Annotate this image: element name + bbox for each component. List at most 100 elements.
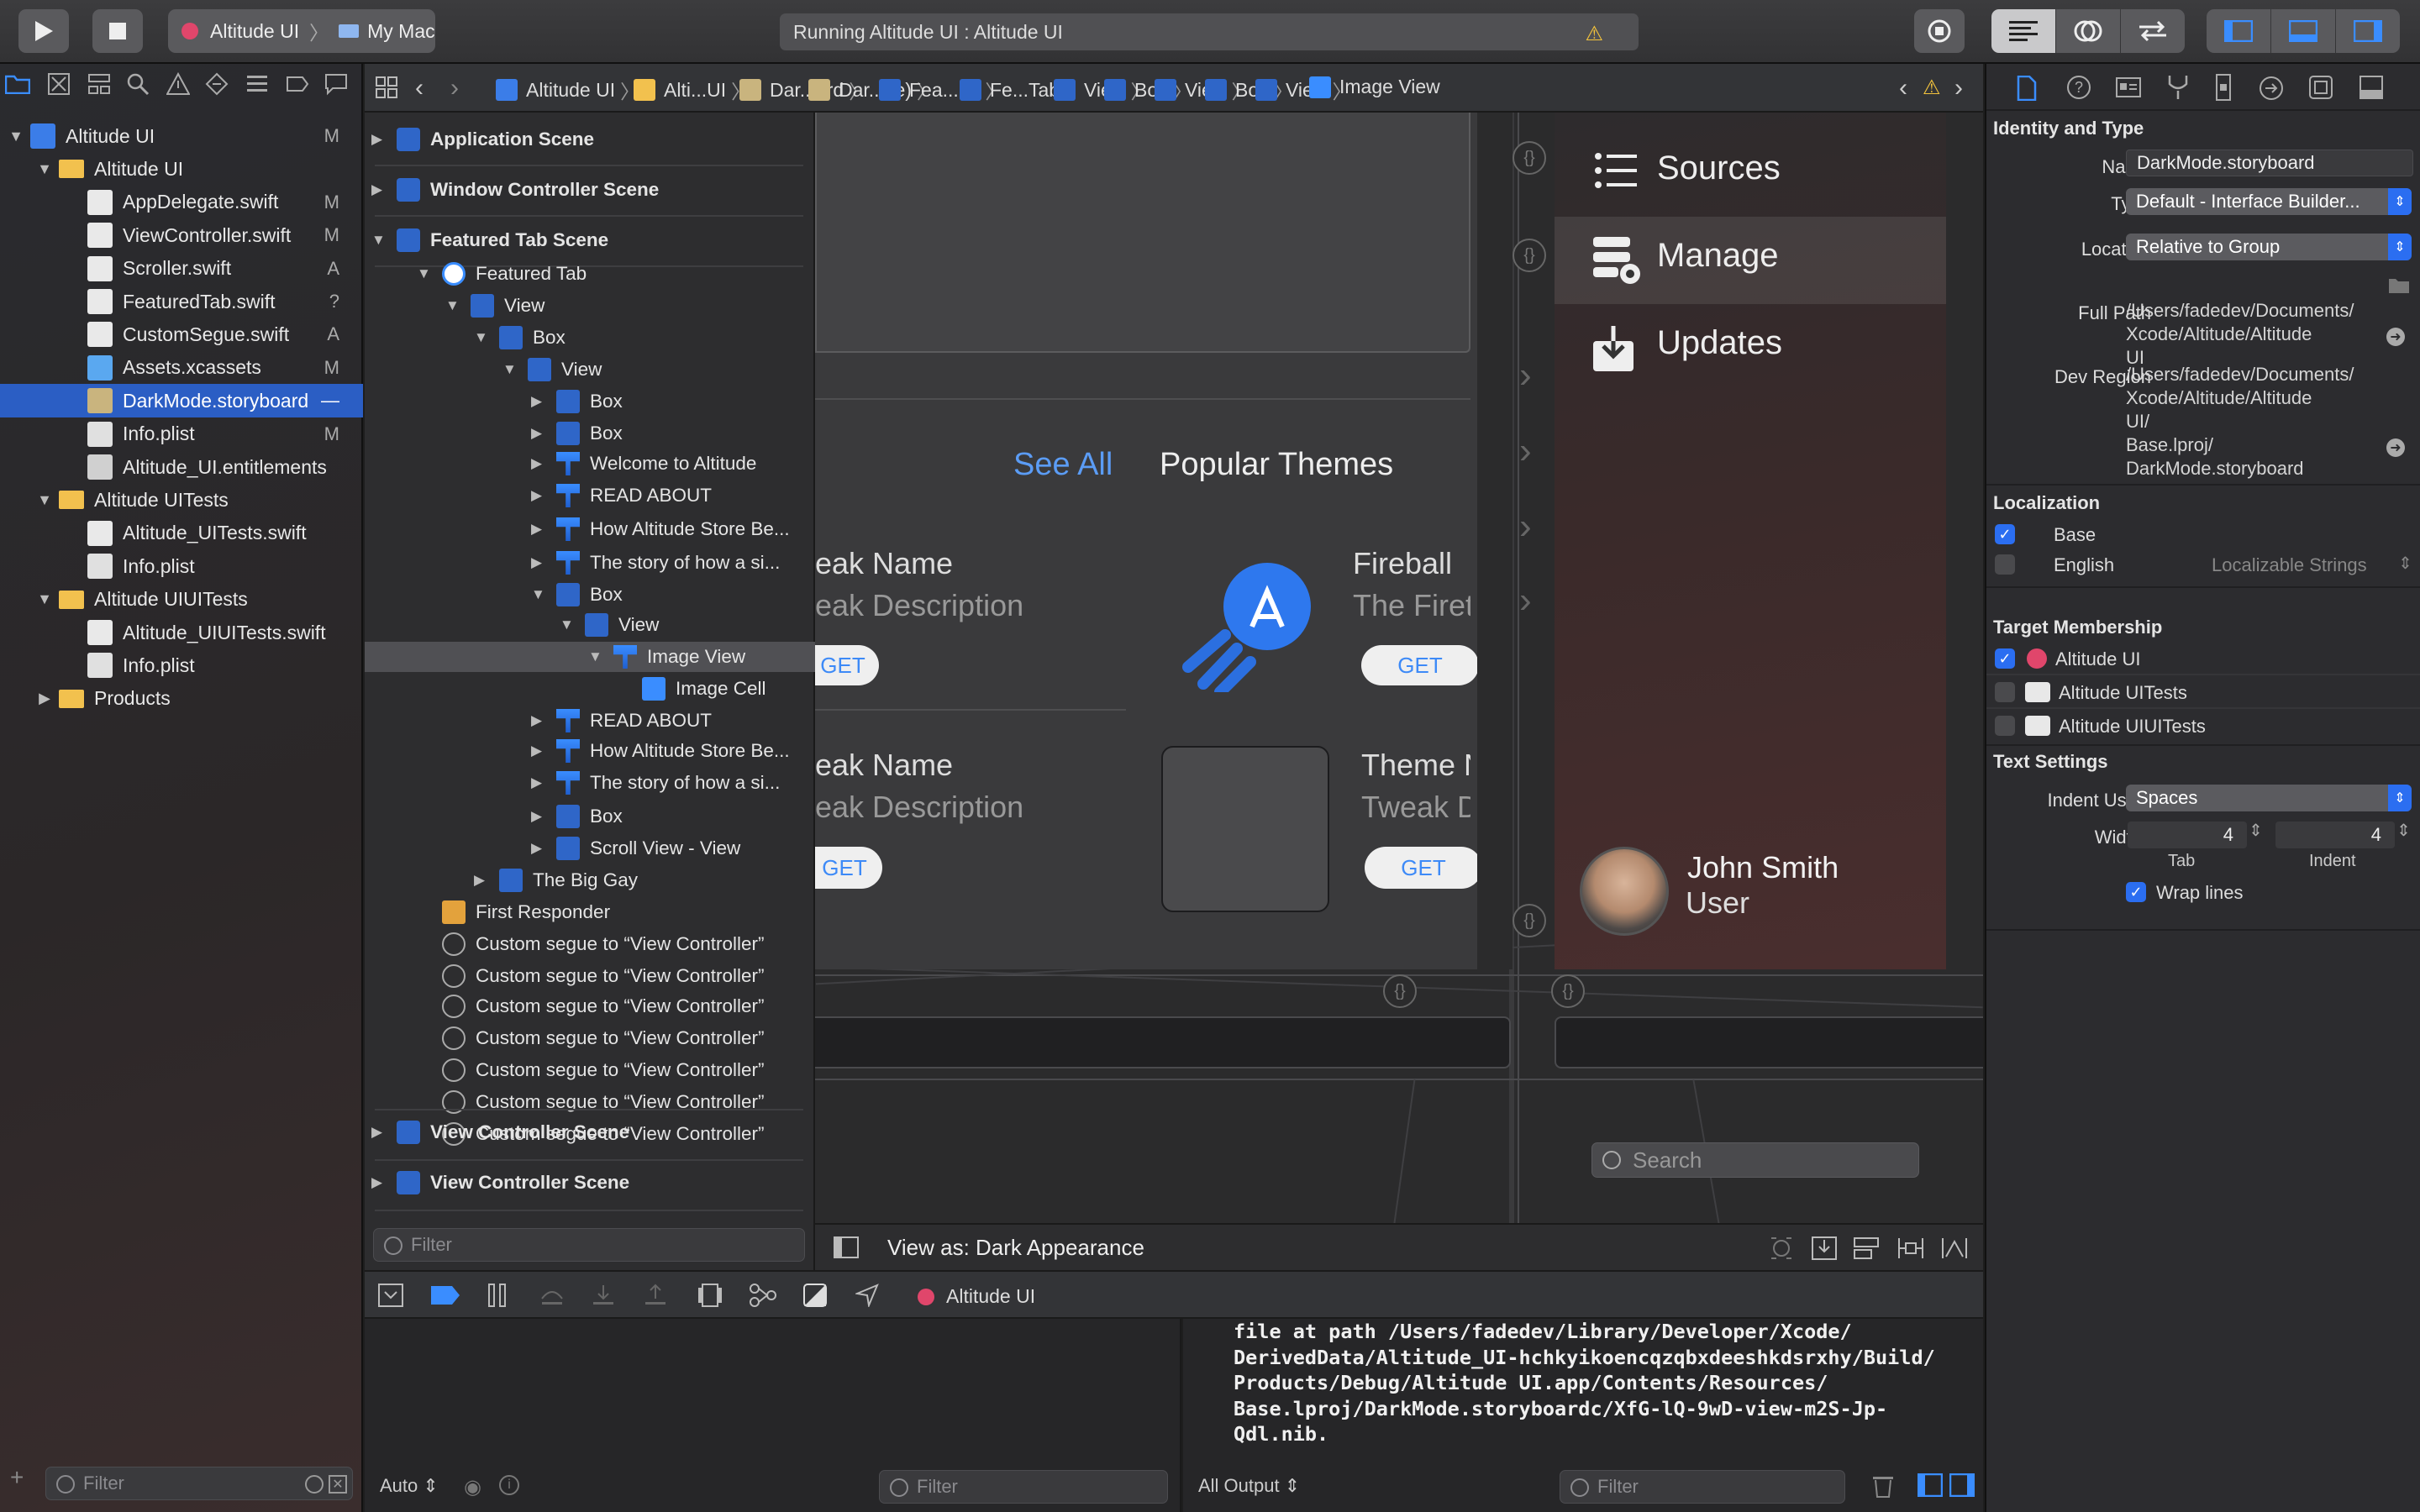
step-into-icon[interactable]	[592, 1284, 615, 1307]
pause-icon[interactable]	[487, 1284, 508, 1307]
disclosure-icon[interactable]: ▶	[531, 712, 548, 729]
file-tree-row[interactable]: Altitude_UI.entitlements	[0, 450, 363, 484]
header-box[interactable]	[815, 113, 1470, 353]
disclosure-icon[interactable]: ▶	[371, 131, 388, 148]
file-tree-row[interactable]: ▶ Products	[0, 682, 363, 716]
featured-tab-view[interactable]: See All Popular Themes eak Name eak Desc…	[815, 113, 1512, 969]
clear-filter-icon[interactable]: ✕	[329, 1475, 347, 1494]
disclosure-icon[interactable]: ▶	[531, 393, 548, 410]
english-checkbox[interactable]	[1995, 554, 2015, 575]
file-tree-row[interactable]: Altitude_UITests.swift	[0, 517, 363, 550]
outline-scene[interactable]: ▼ Featured Tab Scene	[371, 225, 608, 255]
hide-debug-area-icon[interactable]	[378, 1284, 403, 1307]
disclosure-icon[interactable]: ▶	[531, 425, 548, 442]
file-tree-row[interactable]: Altitude_UIUITests.swift	[0, 616, 363, 649]
breakpoints-toggle-icon[interactable]	[430, 1285, 460, 1305]
disclosure-icon[interactable]: ▶	[531, 521, 548, 538]
test-icon[interactable]	[205, 72, 235, 102]
split-left-icon[interactable]	[1918, 1473, 1943, 1497]
symbol-icon[interactable]	[87, 72, 118, 102]
warning-icon[interactable]: ⚠	[1923, 76, 1941, 100]
clock-icon[interactable]	[305, 1475, 324, 1494]
file-tree-row[interactable]: Info.plist	[0, 549, 363, 583]
disclosure-icon[interactable]: ▶	[531, 808, 548, 825]
find-icon[interactable]	[126, 72, 156, 102]
size-icon[interactable]	[2215, 74, 2232, 101]
outline-row[interactable]: ▶ The story of how a si...	[531, 548, 780, 578]
scheme-selector[interactable]: Altitude UI 〉 My Mac	[168, 9, 435, 53]
disclosure-icon[interactable]: ▼	[531, 586, 548, 603]
disclosure-icon[interactable]: ▶	[371, 1174, 388, 1191]
file-tree-row[interactable]: ▼ Altitude UITests	[0, 483, 363, 517]
disclosure-icon[interactable]: ▼	[35, 160, 54, 178]
disclosure-icon[interactable]: ▼	[35, 491, 54, 509]
source-control-icon[interactable]	[47, 72, 77, 102]
english-type[interactable]: Localizable Strings	[2212, 554, 2367, 576]
outline-filter[interactable]: Filter	[373, 1228, 805, 1262]
type-popup[interactable]: Default - Interface Builder... ⇕	[2126, 188, 2412, 215]
report-icon[interactable]	[324, 72, 355, 102]
outline-row[interactable]: ▶ READ ABOUT	[531, 480, 712, 511]
outline-row[interactable]: ▶ Box	[531, 801, 623, 832]
outline-toggle-icon[interactable]	[834, 1236, 859, 1258]
file-inspector-icon[interactable]	[2017, 76, 2037, 101]
attributes-icon[interactable]	[2166, 74, 2190, 101]
output-selector[interactable]: All Output ⇕	[1198, 1475, 1300, 1497]
indent-using-popup[interactable]: Spaces ⇕	[2126, 785, 2412, 811]
disclosure-icon[interactable]: ▶	[531, 554, 548, 571]
back-arrow-icon[interactable]: ‹	[415, 74, 424, 102]
trash-icon[interactable]	[1872, 1473, 1894, 1499]
breadcrumb-item[interactable]: Image View	[1309, 76, 1440, 98]
outline-scene[interactable]: ▶ View Controller Scene	[371, 1117, 629, 1147]
reveal-arrow-icon[interactable]: ➜	[2386, 438, 2405, 457]
bindings-icon[interactable]	[2309, 76, 2333, 99]
get-button[interactable]: GET	[1365, 847, 1482, 889]
issue-icon[interactable]	[166, 72, 197, 102]
outline-row[interactable]: ▼ View	[560, 610, 659, 640]
library-button[interactable]	[1914, 9, 1965, 53]
disclosure-icon[interactable]: ▼	[445, 297, 462, 314]
lower-box[interactable]	[1555, 1016, 1983, 1068]
tab-width-field[interactable]: 4	[2128, 822, 2247, 848]
menu-item-sources[interactable]: Sources	[1657, 150, 1781, 187]
name-field[interactable]: DarkMode.storyboard	[2126, 150, 2413, 176]
file-tree-row[interactable]: Info.plist	[0, 648, 363, 682]
target-checkbox[interactable]	[1995, 716, 2015, 736]
step-over-icon[interactable]	[539, 1284, 565, 1307]
outline-row[interactable]: ▶ The story of how a si...	[531, 768, 780, 798]
outline-row[interactable]: ▶ How Altitude Store Be...	[531, 736, 790, 766]
file-tree-row[interactable]: CustomSegue.swift A	[0, 318, 363, 351]
toggle-inspector-button[interactable]	[2336, 9, 2400, 53]
disclosure-icon[interactable]: ▼	[35, 591, 54, 609]
outline-row[interactable]: ▶ Scroll View - View	[531, 833, 740, 864]
step-out-icon[interactable]	[644, 1284, 667, 1307]
segue-icon[interactable]: {}	[1551, 974, 1585, 1008]
outline-row[interactable]: ▼ View	[502, 354, 602, 385]
forward-arrow-icon[interactable]: ›	[450, 74, 459, 102]
file-tree-row[interactable]: DarkMode.storyboard —	[0, 384, 363, 418]
lower-box[interactable]	[815, 1016, 1511, 1068]
disclosure-icon[interactable]: ▶	[531, 743, 548, 759]
add-icon[interactable]: +	[10, 1464, 24, 1491]
base-checkbox[interactable]: ✓	[1995, 524, 2015, 544]
simulate-location-icon[interactable]	[855, 1284, 879, 1307]
breadcrumb-item[interactable]: Alti...UI〉	[634, 76, 750, 104]
previous-issue-icon[interactable]: ‹	[1899, 74, 1907, 102]
disclosure-icon[interactable]: ▶	[371, 1124, 388, 1141]
segue-icon[interactable]: {}	[1512, 141, 1546, 175]
outline-row[interactable]: ▶ READ ABOUT	[531, 706, 712, 736]
indent-width-field[interactable]: 4	[2275, 822, 2395, 848]
outline-row[interactable]: ▼ Box	[474, 323, 566, 353]
file-tree-row[interactable]: ▼ Altitude UI M	[0, 119, 363, 153]
file-tree-row[interactable]: ViewController.swift M	[0, 218, 363, 252]
disclosure-icon[interactable]: ▶	[531, 455, 548, 472]
breadcrumb-item[interactable]: Altitude UI 〉	[496, 76, 639, 104]
outline-row[interactable]: ▼ Featured Tab	[417, 259, 587, 289]
search-field[interactable]: Search	[1591, 1142, 1919, 1178]
disclosure-icon[interactable]: ▼	[417, 265, 434, 282]
connections-icon[interactable]	[2259, 76, 2284, 101]
assistant-editor-button[interactable]	[2056, 9, 2120, 53]
segue-icon[interactable]: {}	[1383, 974, 1417, 1008]
update-frames-icon[interactable]	[1770, 1236, 1793, 1260]
outline-row[interactable]: Custom segue to “View Controller”	[417, 1087, 764, 1117]
